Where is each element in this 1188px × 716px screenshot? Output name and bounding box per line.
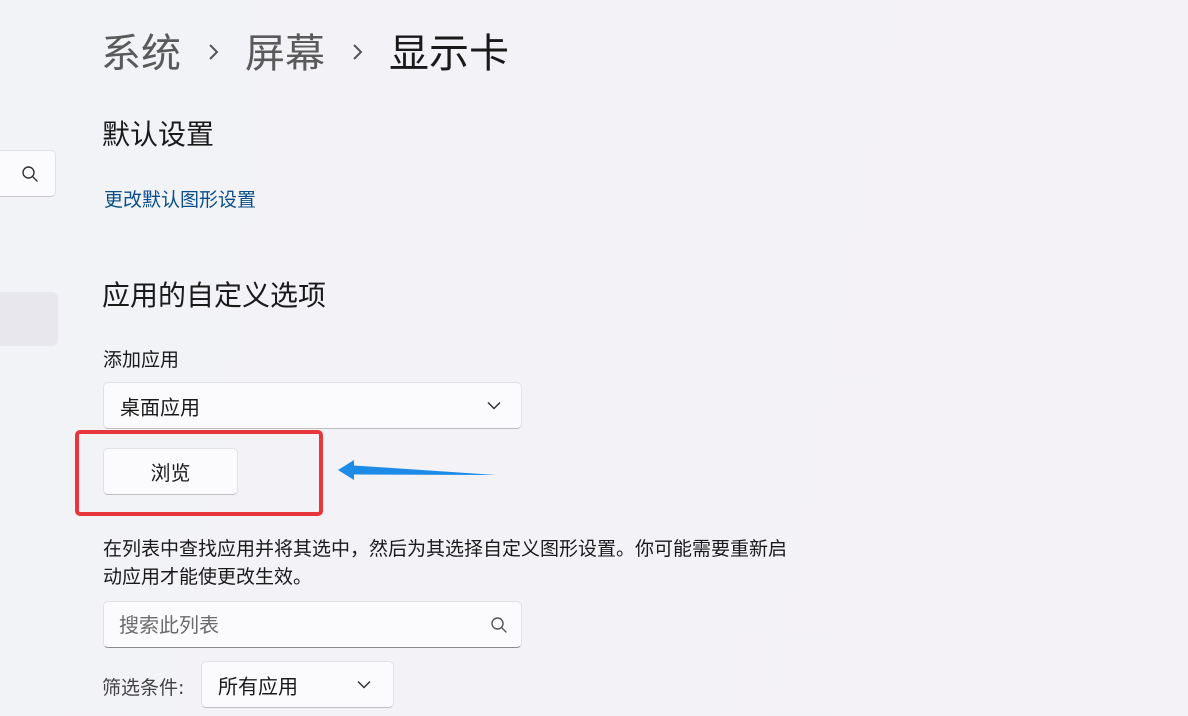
- app-type-dropdown[interactable]: 桌面应用: [103, 382, 522, 429]
- app-type-value: 桌面应用: [120, 395, 200, 419]
- chevron-right-icon: [325, 27, 389, 73]
- section-title-custom: 应用的自定义选项: [102, 279, 327, 312]
- filter-label: 筛选条件:: [102, 677, 185, 699]
- chevron-right-icon: [181, 27, 245, 73]
- sidebar-search-box[interactable]: [0, 150, 56, 197]
- search-icon[interactable]: [490, 616, 508, 638]
- filter-dropdown[interactable]: 所有应用: [201, 661, 394, 708]
- filter-value: 所有应用: [218, 674, 298, 698]
- highlight-box: [75, 430, 323, 516]
- breadcrumb-item-display[interactable]: 屏幕: [245, 21, 325, 79]
- page-title: 显示卡: [389, 31, 509, 77]
- chevron-down-icon: [357, 680, 371, 689]
- description-text: 在列表中查找应用并将其选中，然后为其选择自定义图形设置。你可能需要重新启动应用才…: [103, 538, 788, 588]
- section-title-default: 默认设置: [102, 118, 215, 151]
- add-app-label: 添加应用: [103, 349, 180, 371]
- change-default-graphics-link[interactable]: 更改默认图形设置: [104, 185, 256, 212]
- search-icon[interactable]: [21, 165, 39, 187]
- breadcrumb-item-system[interactable]: 系统: [101, 21, 181, 79]
- breadcrumb: 系统 屏幕 显示卡: [101, 22, 509, 78]
- sidebar-item-selected[interactable]: [0, 292, 58, 346]
- chevron-down-icon: [487, 401, 501, 410]
- search-input[interactable]: [119, 602, 479, 647]
- arrow-left-icon: [336, 457, 498, 487]
- app-list-search[interactable]: [103, 601, 522, 648]
